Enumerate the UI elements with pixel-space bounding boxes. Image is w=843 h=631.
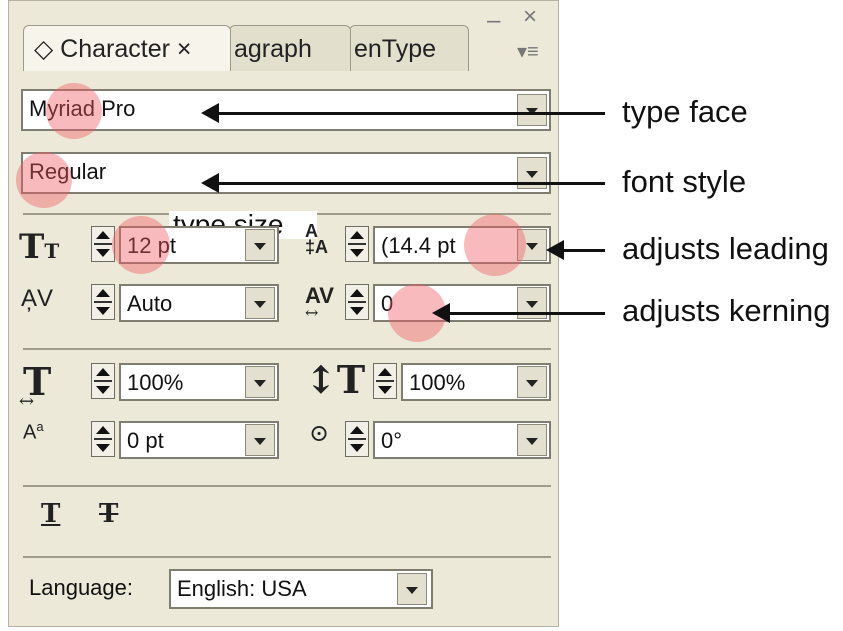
tracking-arrow-icon: ↔ [305, 303, 319, 322]
font-size-icon: TT [19, 227, 60, 267]
annotation-fontstyle: font style [622, 164, 747, 199]
character-rotation-icon: ⊙ [309, 419, 330, 447]
font-style-field[interactable]: Regular [21, 152, 551, 194]
vertical-scale-stepper[interactable] [91, 363, 115, 399]
annotation-leading: adjusts leading [622, 231, 829, 266]
tab-paragraph[interactable]: agraph [229, 25, 351, 71]
kerning-stepper[interactable] [91, 284, 115, 320]
arrow-leading [546, 240, 605, 260]
arrow-kerning [432, 303, 605, 323]
highlight-leading [464, 214, 526, 276]
kerning-dropdown[interactable] [245, 287, 275, 319]
baseline-shift-stepper[interactable] [91, 421, 115, 457]
horizontal-scale-stepper[interactable] [373, 363, 397, 399]
separator [23, 348, 551, 350]
vertical-scale-arrow-icon: ↔ [19, 391, 35, 412]
separator [23, 556, 551, 558]
horizontal-scale-dropdown[interactable] [517, 366, 547, 398]
minimize-icon[interactable]: – [487, 7, 500, 35]
highlight-size [112, 216, 170, 274]
horizontal-scale-icon: ↕T [305, 357, 366, 402]
language-field[interactable]: English: USA [169, 569, 433, 609]
baseline-shift-dropdown[interactable] [245, 424, 275, 456]
panel-menu-icon[interactable]: ▾≡ [517, 39, 539, 64]
font-family-dropdown[interactable] [517, 94, 547, 126]
size-dropdown[interactable] [245, 229, 275, 261]
tracking-stepper[interactable] [345, 284, 369, 320]
baseline-shift-icon: Aa [23, 419, 44, 444]
tab-opentype[interactable]: enType [349, 25, 469, 71]
language-dropdown[interactable] [397, 573, 427, 605]
underline-icon[interactable]: T [41, 499, 60, 529]
separator [23, 485, 551, 487]
strikethrough-icon[interactable]: T [99, 499, 118, 529]
tab-character[interactable]: ◇ Character × [23, 25, 231, 71]
highlight-fontstyle [16, 152, 72, 208]
highlight-typeface [46, 83, 102, 139]
close-icon[interactable]: × [523, 3, 537, 31]
arrow-typeface [201, 103, 605, 123]
rotation-dropdown[interactable] [517, 424, 547, 456]
tab-strip: ◇ Character × agraph enType [23, 25, 473, 71]
leading-stepper[interactable] [345, 226, 369, 262]
kerning-icon: A̦V [21, 285, 54, 312]
annotation-kerning: adjusts kerning [622, 293, 831, 328]
leading-icon: A ‡A [305, 221, 329, 257]
language-label: Language: [29, 575, 133, 600]
annotation-typeface: type face [622, 94, 748, 129]
rotation-stepper[interactable] [345, 421, 369, 457]
vertical-scale-dropdown[interactable] [245, 366, 275, 398]
arrow-fontstyle [201, 173, 605, 193]
